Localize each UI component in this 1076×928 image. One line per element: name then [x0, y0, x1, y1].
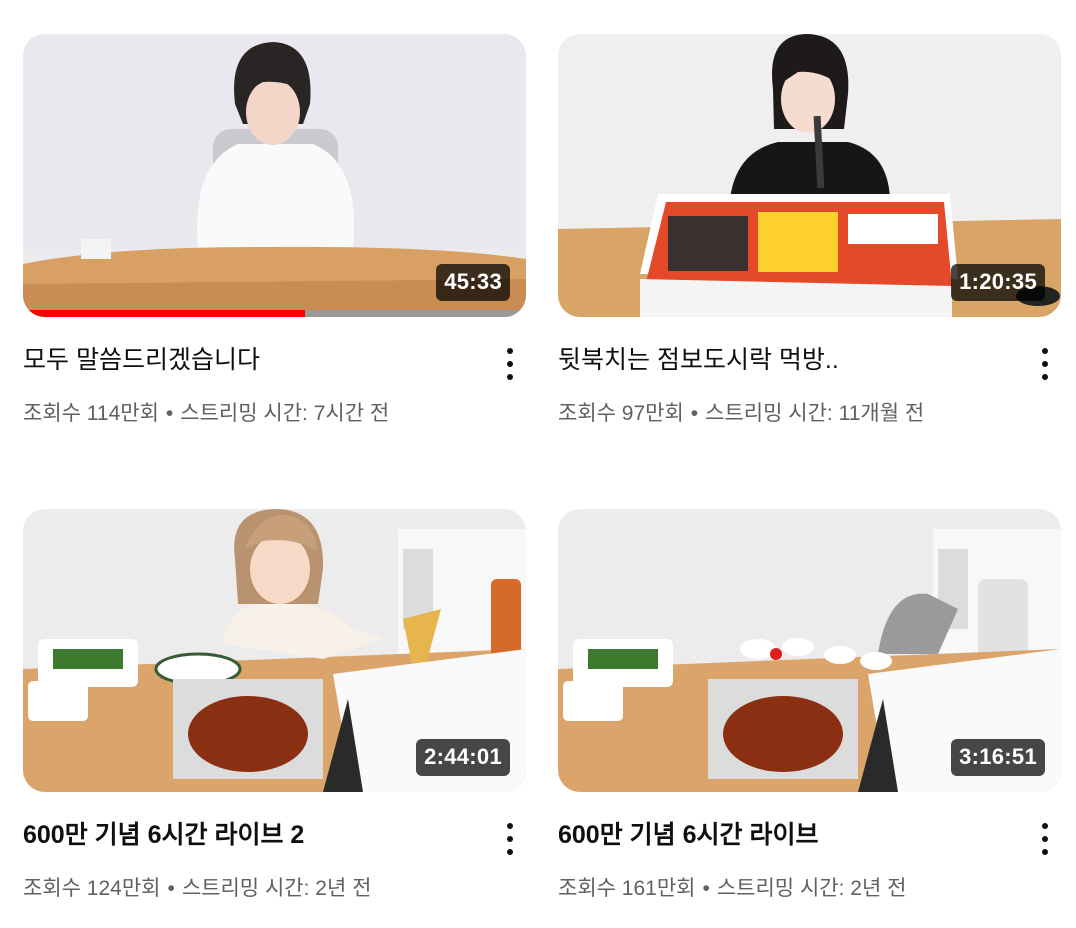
- video-card[interactable]: 1:20:35 뒷북치는 점보도시락 먹방.. 조회수 97만회 • 스트리밍 시간…: [558, 34, 1061, 425]
- meta-separator: •: [165, 402, 174, 425]
- video-thumbnail[interactable]: 3:16:51: [558, 509, 1061, 792]
- more-vert-icon[interactable]: [502, 347, 518, 381]
- more-vert-icon[interactable]: [1037, 347, 1053, 381]
- video-thumbnail[interactable]: 1:20:35: [558, 34, 1061, 317]
- watch-progress-fill: [23, 310, 305, 317]
- duration-badge: 1:20:35: [951, 264, 1045, 301]
- video-thumbnail[interactable]: 45:33: [23, 34, 526, 317]
- video-meta: 조회수 161만회 • 스트리밍 시간: 2년 전: [558, 872, 906, 902]
- view-count: 조회수 114만회: [23, 402, 159, 425]
- more-vert-icon[interactable]: [1037, 822, 1053, 856]
- video-meta: 조회수 124만회 • 스트리밍 시간: 2년 전: [23, 872, 371, 902]
- view-count: 조회수 161만회: [558, 877, 696, 900]
- more-vert-icon[interactable]: [502, 822, 518, 856]
- video-card[interactable]: 45:33 모두 말씀드리겠습니다 조회수 114만회 • 스트리밍 시간: 7시간…: [23, 34, 526, 425]
- video-meta: 조회수 114만회 • 스트리밍 시간: 7시간 전: [23, 397, 389, 427]
- stream-time: 스트리밍 시간: 2년 전: [181, 877, 372, 900]
- duration-badge: 3:16:51: [951, 739, 1045, 776]
- stream-time: 스트리밍 시간: 11개월 전: [705, 402, 925, 425]
- video-meta: 조회수 97만회 • 스트리밍 시간: 11개월 전: [558, 397, 924, 427]
- view-count: 조회수 97만회: [558, 402, 684, 425]
- video-card[interactable]: 3:16:51 600만 기념 6시간 라이브 조회수 161만회 • 스트리밍 시…: [558, 509, 1061, 900]
- video-thumbnail[interactable]: 2:44:01: [23, 509, 526, 792]
- view-count: 조회수 124만회: [23, 877, 161, 900]
- stream-time: 스트리밍 시간: 2년 전: [716, 877, 907, 900]
- meta-separator: •: [690, 402, 699, 425]
- video-title[interactable]: 600만 기념 6시간 라이브 2: [23, 820, 483, 850]
- duration-badge: 2:44:01: [416, 739, 510, 776]
- meta-separator: •: [702, 877, 710, 900]
- stream-time: 스트리밍 시간: 7시간 전: [180, 402, 390, 425]
- duration-badge: 45:33: [436, 264, 510, 301]
- watch-progress-bar: [23, 310, 526, 317]
- meta-separator: •: [167, 877, 175, 900]
- video-title[interactable]: 모두 말씀드리겠습니다: [23, 345, 483, 375]
- video-title[interactable]: 뒷북치는 점보도시락 먹방..: [558, 345, 1018, 375]
- video-title[interactable]: 600만 기념 6시간 라이브: [558, 820, 1018, 850]
- video-card[interactable]: 2:44:01 600만 기념 6시간 라이브 2 조회수 124만회 • 스트리밍…: [23, 509, 526, 900]
